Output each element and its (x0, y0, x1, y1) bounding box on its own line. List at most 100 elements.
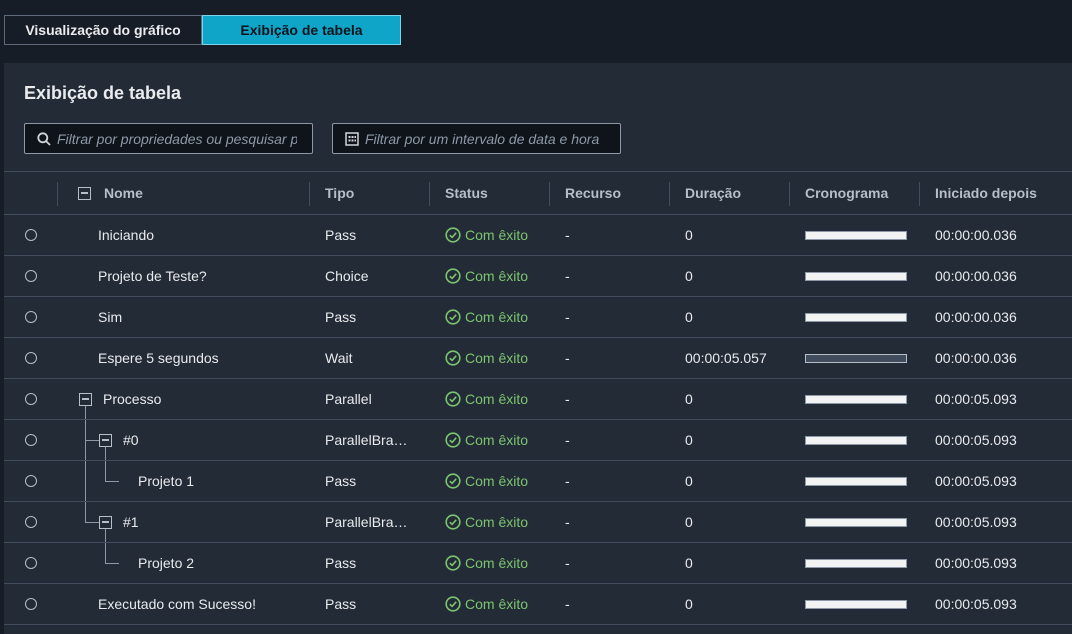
row-started-after: 00:00:05.093 (935, 432, 1017, 448)
row-status: Com êxito (445, 461, 528, 501)
col-header-status[interactable]: Status (445, 172, 488, 214)
column-separator (429, 182, 430, 206)
row-type: Choice (325, 268, 369, 284)
row-name: #0 (123, 432, 139, 448)
row-name: Projeto de Teste? (98, 268, 207, 284)
date-range-filter[interactable] (332, 123, 621, 154)
row-select-cell[interactable] (25, 420, 37, 460)
calendar-icon (339, 131, 365, 146)
property-filter-input[interactable] (57, 130, 297, 147)
row-timeline (805, 215, 907, 255)
column-separator (309, 182, 310, 206)
table-row[interactable]: Processo Parallel Com êxito - 0 00:00:05.093 (4, 379, 1072, 420)
row-select-radio[interactable] (25, 270, 37, 282)
row-started-after: 00:00:05.093 (935, 555, 1017, 571)
row-started-after: 00:00:00.036 (935, 268, 1017, 284)
table-row[interactable]: Projeto 1 Pass Com êxito - 0 00:00:05.093 (4, 461, 1072, 502)
status-text: Com êxito (465, 268, 529, 284)
row-status: Com êxito (445, 215, 528, 255)
row-name: #1 (123, 514, 139, 530)
timeline-bar (805, 271, 907, 281)
row-type: ParallelBra… (325, 514, 408, 530)
row-started-after: 00:00:05.093 (935, 473, 1017, 489)
tab-table-view[interactable]: Exibição de tabela (202, 15, 401, 45)
table-row[interactable]: Projeto 2 Pass Com êxito - 0 00:00:05.093 (4, 543, 1072, 584)
timeline-bar (805, 476, 907, 486)
check-circle-icon (445, 555, 465, 571)
check-circle-icon (445, 432, 465, 448)
date-range-input[interactable] (365, 130, 605, 147)
check-circle-icon (445, 514, 465, 530)
row-name: Espere 5 segundos (98, 350, 219, 366)
row-select-cell[interactable] (25, 338, 37, 378)
timeline-bar (805, 435, 907, 445)
check-circle-icon (445, 391, 465, 407)
row-select-radio[interactable] (25, 229, 37, 241)
row-select-cell[interactable] (25, 297, 37, 337)
table-row[interactable]: Iniciando Pass Com êxito - 0 00:00:00.036 (4, 215, 1072, 256)
row-started-after: 00:00:05.093 (935, 514, 1017, 530)
table-header: Nome Tipo Status Recurso Duração Cronogr… (4, 172, 1072, 215)
row-started-after: 00:00:00.036 (935, 227, 1017, 243)
row-select-cell[interactable] (25, 543, 37, 583)
row-select-cell[interactable] (25, 461, 37, 501)
row-type: ParallelBra… (325, 432, 408, 448)
row-status: Com êxito (445, 502, 528, 542)
row-select-radio[interactable] (25, 311, 37, 323)
row-type: Parallel (325, 391, 372, 407)
status-text: Com êxito (465, 596, 529, 612)
row-timeline (805, 297, 907, 337)
row-timeline (805, 502, 907, 542)
row-select-cell[interactable] (25, 584, 37, 624)
col-header-name[interactable]: Nome (104, 172, 143, 214)
row-collapse-toggle[interactable] (99, 502, 112, 542)
col-header-started-after[interactable]: Iniciado depois (935, 172, 1037, 214)
row-started-after: 00:00:00.036 (935, 309, 1017, 325)
timeline-bar (805, 353, 907, 363)
row-select-radio[interactable] (25, 516, 37, 528)
collapse-minus-icon[interactable] (79, 392, 92, 406)
row-status: Com êxito (445, 543, 528, 583)
row-status: Com êxito (445, 256, 528, 296)
timeline-bar (805, 517, 907, 527)
row-select-radio[interactable] (25, 598, 37, 610)
table-row[interactable]: Espere 5 segundos Wait Com êxito - 00:00:05.… (4, 338, 1072, 379)
collapse-minus-icon[interactable] (99, 515, 112, 529)
tab-graph-view[interactable]: Visualização do gráfico (4, 15, 202, 45)
row-type: Pass (325, 227, 357, 243)
col-header-type[interactable]: Tipo (325, 172, 354, 214)
row-select-radio[interactable] (25, 393, 37, 405)
row-type: Wait (325, 350, 353, 366)
collapse-all-toggle[interactable] (78, 172, 91, 214)
row-name: Processo (103, 391, 162, 407)
row-collapse-toggle[interactable] (99, 420, 112, 460)
row-select-radio[interactable] (25, 557, 37, 569)
row-resource: - (565, 268, 570, 284)
collapse-minus-icon[interactable] (99, 433, 112, 447)
table-row[interactable]: #0 ParallelBra… Com êxito - 0 00:00:05.093 (4, 420, 1072, 461)
col-header-timeline[interactable]: Cronograma (805, 172, 888, 214)
row-select-cell[interactable] (25, 215, 37, 255)
row-select-radio[interactable] (25, 475, 37, 487)
row-status: Com êxito (445, 420, 528, 460)
row-select-cell[interactable] (25, 502, 37, 542)
row-resource: - (565, 596, 570, 612)
col-header-resource[interactable]: Recurso (565, 172, 621, 214)
table-row[interactable]: #1 ParallelBra… Com êxito - 0 00:00:05.093 (4, 502, 1072, 543)
table-row[interactable]: Projeto de Teste? Choice Com êxito - 0 00:00:… (4, 256, 1072, 297)
status-text: Com êxito (465, 514, 529, 530)
row-select-radio[interactable] (25, 434, 37, 446)
status-text: Com êxito (465, 350, 529, 366)
table-row[interactable]: Sim Pass Com êxito - 0 00:00:00.036 (4, 297, 1072, 338)
row-collapse-toggle[interactable] (79, 379, 92, 419)
col-header-duration[interactable]: Duração (685, 172, 741, 214)
row-select-radio[interactable] (25, 352, 37, 364)
row-timeline (805, 584, 907, 624)
row-select-cell[interactable] (25, 256, 37, 296)
column-separator (669, 182, 670, 206)
property-filter[interactable] (24, 123, 313, 154)
collapse-minus-icon[interactable] (78, 186, 91, 200)
row-select-cell[interactable] (25, 379, 37, 419)
column-separator (57, 182, 58, 206)
table-row[interactable]: Executado com Sucesso! Pass Com êxito - 0 00:… (4, 584, 1072, 625)
